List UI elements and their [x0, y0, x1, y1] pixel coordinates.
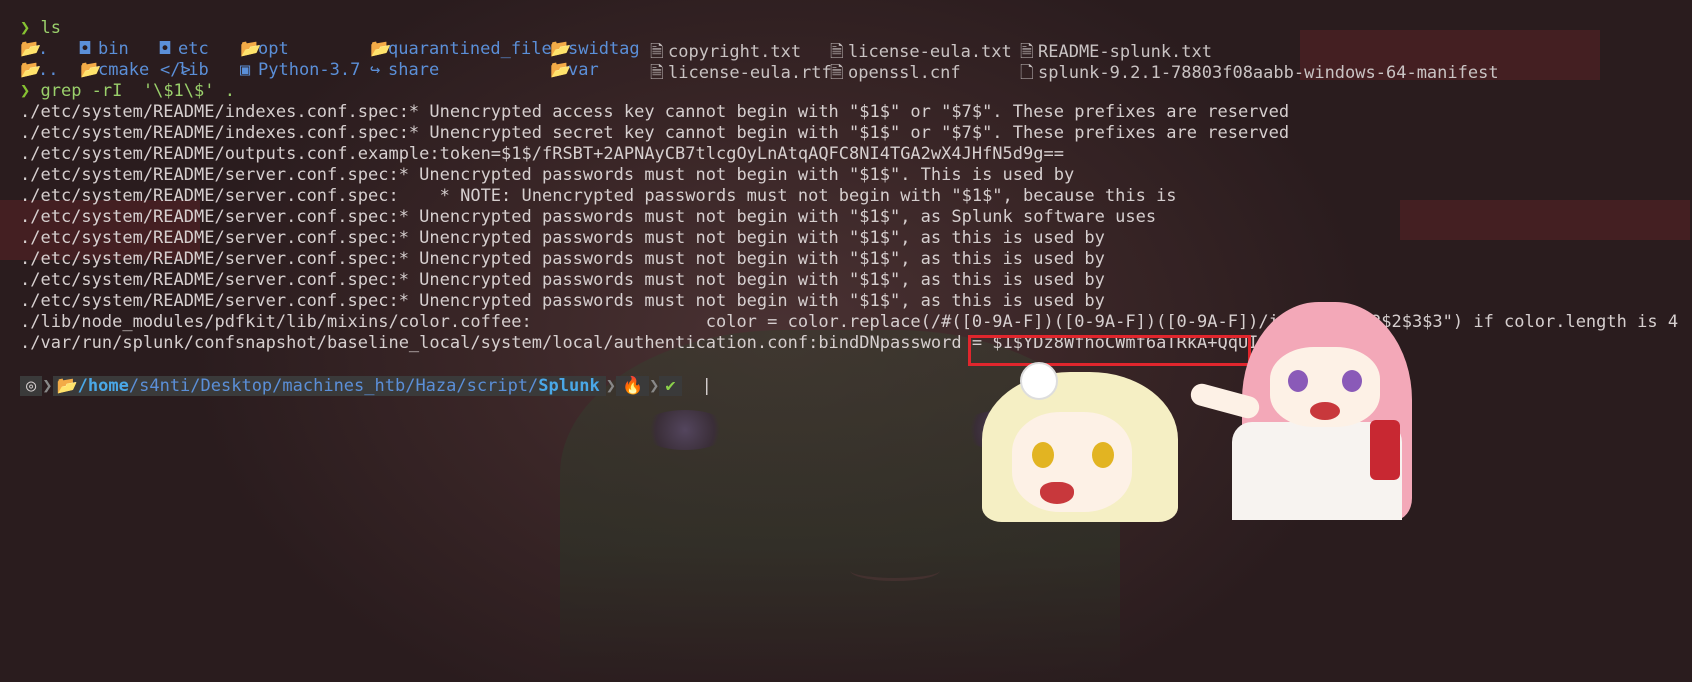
folder-icon: ◘	[80, 39, 91, 59]
ls-entry-name: ..	[38, 60, 59, 80]
ls-file-entry: 🗋 splunk-9.2.1-78803f08aabb-windows-64-ma…	[1020, 60, 1499, 89]
ls-entry-name: swidtag	[568, 39, 640, 59]
shell-prompt-bar: ◎ ❯ 📂 / home/s4nti/Desktop/machines_htb/Ha…	[20, 376, 712, 396]
grep-output-line: ./etc/system/README/server.conf.spec:* U…	[20, 270, 1105, 290]
ls-entry-name: license-eula.txt	[848, 42, 1012, 62]
ls-directory-entry: ▣ Python-3.7	[240, 60, 360, 80]
os-segment: ◎	[20, 376, 43, 396]
grep-output-line: ./etc/system/README/server.conf.spec: * …	[20, 186, 1177, 206]
ls-entry-name: splunk-9.2.1-78803f08aabb-windows-64-man…	[1038, 63, 1499, 83]
character-mouth	[1310, 402, 1340, 420]
ls-entry-name: Python-3.7	[258, 60, 361, 80]
character-eye	[1342, 370, 1362, 392]
anime-sticker-image	[980, 302, 1412, 522]
ls-directory-entry: ◘ bin	[80, 39, 129, 59]
wallpaper-mouth	[850, 560, 940, 581]
folder-icon: ↪	[370, 60, 381, 80]
ls-entry-name: bin	[98, 39, 129, 59]
ls-directory-entry: </>lib	[160, 60, 209, 80]
ls-entry-name: README-splunk.txt	[1038, 42, 1212, 62]
segment-separator: ❯	[42, 376, 53, 396]
folder-icon: 📂	[240, 39, 262, 59]
prompt-arrow-icon: ❯	[20, 81, 31, 101]
grep-output-line: ./etc/system/README/server.conf.spec:* U…	[20, 228, 1105, 248]
grep-output-line: ./etc/system/README/server.conf.spec:* U…	[20, 165, 1075, 185]
path-current-dir: Splunk	[538, 376, 600, 396]
ls-row: 📂.. 📂cmake </>lib ▣ Python-3.7 ↪ share 📂var 🗎 lic…	[20, 60, 1692, 83]
path-segment: 📂 / home/s4nti/Desktop/machines_htb/Haza/s…	[52, 376, 606, 396]
ls-entry-name: opt	[258, 39, 289, 59]
folder-icon: 📂	[550, 60, 572, 80]
folder-icon: ◘	[160, 39, 171, 59]
ls-directory-entry: 📂cmake	[80, 60, 149, 80]
ls-directory-entry: 📂quarantined_files	[370, 39, 562, 59]
wallpaper-eye	[640, 410, 730, 450]
grep-output-line: ./lib/node_modules/pdfkit/lib/mixins/col…	[20, 312, 1679, 332]
ls-entry-name: etc	[178, 39, 209, 59]
folder-icon: ▣	[240, 60, 251, 80]
file-icon: 🗎	[650, 63, 664, 83]
character-eye	[1288, 370, 1308, 392]
status-segment: ✔	[659, 376, 682, 396]
ls-directory-entry: 📂swidtag	[550, 39, 640, 59]
check-icon: ✔	[665, 376, 676, 396]
grep-command: grep -rI '\$1\$' .	[40, 81, 235, 101]
ls-directory-entry: ↪ share	[370, 60, 439, 80]
character-mouth	[1040, 482, 1074, 504]
grep-output-line: ./etc/system/README/server.conf.spec:* U…	[20, 207, 1157, 227]
folder-icon: 📂	[20, 60, 42, 80]
ls-command: ls	[40, 18, 61, 38]
path-middle: /s4nti/Desktop/machines_htb/Haza/script/	[128, 376, 539, 396]
ls-row: 📂. ◘ bin ◘ etc 📂opt 📂quarantined_files 📂swidtag…	[20, 39, 1692, 62]
folder-icon: 📂	[550, 39, 572, 59]
ls-entry-name: share	[388, 60, 440, 80]
ls-file-entry: 🗎 openssl.cnf	[830, 60, 961, 89]
folder-icon: 📂	[20, 39, 42, 59]
ls-directory-entry: 📂.	[20, 39, 48, 59]
ls-directory-entry: ◘ etc	[160, 39, 209, 59]
prompt-arrow-icon: ❯	[20, 18, 31, 38]
segment-separator: ❯	[605, 376, 616, 396]
pink-character-robe-accent	[1370, 420, 1400, 480]
os-icon: ◎	[26, 376, 37, 396]
ls-entry-name: openssl.cnf	[848, 63, 961, 83]
grep-output-line: ./etc/system/README/server.conf.spec:* U…	[20, 249, 1105, 269]
ls-directory-entry: 📂..	[20, 60, 58, 80]
path-home: home	[87, 376, 129, 396]
ls-directory-entry: 📂opt	[240, 39, 289, 59]
grep-output-line: ./etc/system/README/indexes.conf.spec:* …	[20, 102, 1290, 122]
grep-output: ./etc/system/README/indexes.conf.spec:* …	[20, 102, 1692, 354]
character-eye	[1032, 442, 1054, 468]
grep-output-line: ./etc/system/README/indexes.conf.spec:* …	[20, 123, 1290, 143]
ls-entry-name: quarantined_files	[388, 39, 562, 59]
file-icon: 🗎	[830, 63, 844, 83]
ls-entry-name: var	[568, 60, 599, 80]
ls-entry-name: .	[38, 39, 49, 59]
flame-icon: 🔥	[621, 376, 644, 396]
flame-segment: 🔥	[615, 376, 650, 396]
path-prefix: /	[77, 376, 88, 396]
flower-icon	[1020, 362, 1058, 400]
ls-command-line: ❯ ls	[20, 18, 1692, 39]
folder-icon: </>	[160, 60, 191, 80]
ls-entry-name: cmake	[98, 60, 150, 80]
ls-entry-name: copyright.txt	[668, 42, 802, 62]
ls-file-entry: 🗎 license-eula.rtf	[650, 60, 832, 89]
ls-entry-name: lib	[178, 60, 209, 80]
grep-output-line: ./var/run/splunk/confsnapshot/baseline_l…	[20, 333, 1269, 353]
folder-icon: 📂	[80, 60, 102, 80]
folder-icon: 📂	[370, 39, 392, 59]
segment-separator: ❯	[649, 376, 660, 396]
ls-entry-name: license-eula.rtf	[668, 63, 832, 83]
text-cursor[interactable]: |	[702, 376, 712, 396]
ls-directory-entry: 📂var	[550, 60, 599, 80]
file-icon: 🗋	[1020, 63, 1034, 83]
grep-output-line: ./etc/system/README/outputs.conf.example…	[20, 144, 1064, 164]
terminal-output: ❯ ls 📂. ◘ bin ◘ etc 📂opt 📂quarantined_files 📂sw…	[20, 18, 1692, 354]
grep-output-line: ./etc/system/README/server.conf.spec:* U…	[20, 291, 1105, 311]
character-eye	[1092, 442, 1114, 468]
folder-icon: 📂	[56, 376, 78, 396]
